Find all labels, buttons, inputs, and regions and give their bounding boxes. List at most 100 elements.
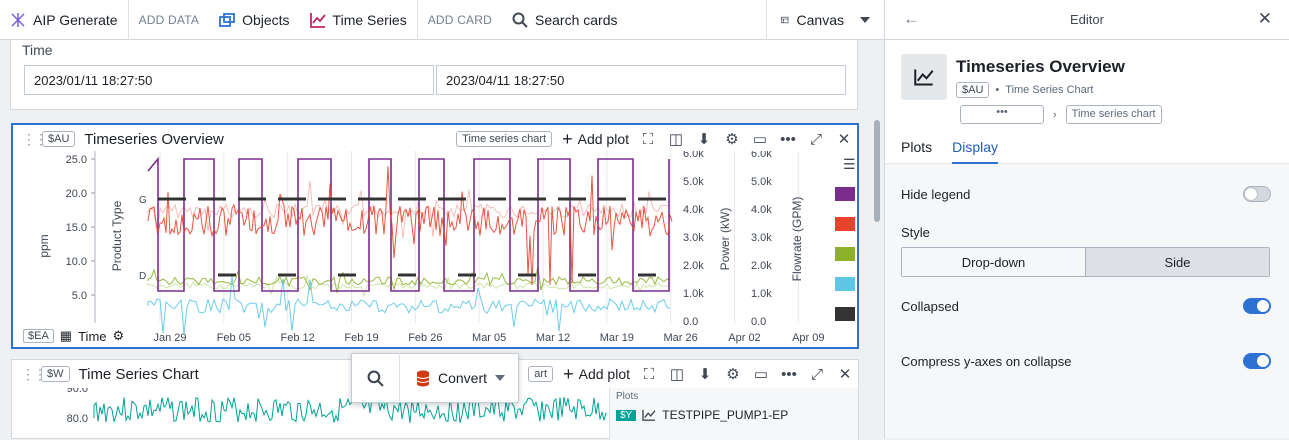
drag-handle-icon[interactable]: ⋮⋮ [21, 366, 47, 383]
select-region-icon[interactable]: ⛶ [640, 365, 658, 383]
timeseries-chart-plot[interactable]: Jan 29 Feb 05 Feb 12 Feb 19 Feb 26 Mar 05 Mar … [13, 151, 857, 351]
download-icon[interactable]: ⬇ [696, 365, 714, 383]
power-tick-label: 4.0k [683, 204, 704, 216]
panel-layout-icon[interactable]: ◫ [668, 365, 686, 383]
ppm-tick-label: 20.0 [66, 188, 87, 200]
time-range-card: Time 2023/01/11 18:27:50 2023/04/11 18:2… [10, 40, 858, 110]
flow-tick-label: 3.0k [751, 232, 772, 244]
back-arrow-icon[interactable]: ← [903, 9, 920, 29]
collapsed-toggle[interactable] [1243, 298, 1271, 314]
editor-panel: ← Editor ✕ Timeseries Overview $AU • Tim… [884, 0, 1289, 438]
more-icon[interactable]: ••• [779, 130, 797, 148]
chevron-down-icon [495, 375, 506, 381]
flow-tick-label: 6.0k [751, 151, 772, 160]
power-tick-label: 6.0k [683, 151, 704, 160]
select-region-icon[interactable]: ⛶ [639, 130, 657, 148]
start-time-input[interactable]: 2023/01/11 18:27:50 [24, 65, 434, 95]
database-icon [416, 370, 430, 386]
objects-label: Objects [242, 11, 290, 28]
gear-icon[interactable]: ⚙ [113, 328, 125, 344]
plots-label: Plots [616, 391, 639, 402]
power-tick-label: 5.0k [683, 176, 704, 188]
canvas-dropdown[interactable]: Canvas [766, 0, 884, 40]
x-tick-label: Mar 19 [600, 332, 634, 344]
card-footer: $EA ▦ Time ⚙ [13, 325, 149, 347]
timeseries-overview-card[interactable]: ⋮⋮ $AU Timeseries Overview Time series c… [11, 123, 859, 349]
convert-button[interactable]: Convert [400, 370, 506, 387]
close-icon[interactable]: ✕ [836, 365, 854, 383]
time-series-button[interactable]: Time Series [300, 0, 417, 40]
card-tag: $AU [42, 131, 76, 147]
plot-row[interactable]: $Y TESTPIPE_PUMP1-EP [610, 405, 858, 425]
tab-display[interactable]: Display [952, 139, 999, 164]
add-plot-button[interactable]: + Add plot [562, 129, 629, 150]
more-icon[interactable]: ••• [780, 365, 798, 383]
ppm-tick-label: 5.0 [72, 290, 87, 302]
card2-title: Time Series Chart [78, 365, 199, 383]
footer-tag: $EA [23, 329, 54, 343]
compress-toggle[interactable] [1243, 353, 1271, 369]
maximize-icon[interactable]: ⤢ [808, 365, 826, 383]
add-plot-button[interactable]: + Add plot [563, 364, 630, 385]
line-chart-icon [642, 409, 656, 421]
flow-tick-label: 5.0k [751, 176, 772, 188]
chart2-tick-label: 80.0 [67, 413, 88, 425]
compress-label: Compress y-axes on collapse [901, 353, 1072, 369]
legend-swatch [835, 247, 855, 261]
panel-layout-icon[interactable]: ◫ [667, 130, 685, 148]
plot-tag: $Y [616, 409, 637, 421]
editor-header: ← Editor ✕ [885, 0, 1289, 40]
legend-swatch [835, 187, 855, 201]
editor-header-title: Editor [1070, 12, 1104, 27]
search-cards-label: Search cards [535, 11, 618, 28]
power-tick-label: 3.0k [683, 232, 704, 244]
legend-swatch [835, 307, 855, 321]
end-time-input[interactable]: 2023/04/11 18:27:50 [436, 65, 846, 95]
breadcrumb-current[interactable]: Time series chart [1065, 105, 1162, 124]
product-tick-g: G [139, 195, 147, 206]
gear-icon[interactable]: ⚙ [723, 130, 741, 148]
style-segmented-control: Drop-down Side [901, 247, 1270, 277]
drag-handle-icon[interactable]: ⋮⋮ [22, 131, 48, 148]
ppm-tick-label: 10.0 [66, 256, 87, 268]
card-header: ⋮⋮ $AU Timeseries Overview Time series c… [13, 125, 857, 153]
download-icon[interactable]: ⬇ [695, 130, 713, 148]
convert-popover: Convert [351, 353, 519, 403]
editor-card-subtitle: $AU • Time Series Chart [956, 82, 1094, 98]
breadcrumb-more-button[interactable]: ••• [960, 105, 1044, 124]
flow-tick-label: 4.0k [751, 204, 772, 216]
close-icon[interactable]: ✕ [1258, 9, 1272, 29]
aip-generate-button[interactable]: AIP Generate [0, 0, 128, 40]
gear-icon[interactable]: ⚙ [724, 365, 742, 383]
style-option-side[interactable]: Side [1085, 248, 1269, 276]
scrollbar[interactable] [874, 120, 880, 222]
canvas-area: Time 2023/01/11 18:27:50 2023/04/11 18:2… [0, 40, 884, 440]
chart2-series [93, 396, 607, 424]
objects-icon [219, 12, 235, 27]
flow-tick-label: 0.0 [751, 316, 766, 328]
flow-tick-label: 2.0k [751, 260, 772, 272]
power-tick-label: 0.0 [683, 316, 698, 328]
time-series-label: Time Series [332, 11, 407, 28]
hide-legend-toggle[interactable] [1243, 186, 1271, 202]
add-card-section: ADD CARD [427, 12, 492, 27]
legend-swatch [835, 217, 855, 231]
x-tick-label: Apr 09 [792, 332, 824, 344]
ppm-tick-label: 25.0 [66, 154, 87, 166]
close-icon[interactable]: ✕ [835, 130, 853, 148]
maximize-icon[interactable]: ⤢ [807, 130, 825, 148]
add-data-section: ADD DATA [138, 12, 200, 27]
aip-generate-label: AIP Generate [33, 11, 118, 28]
search-cards-button[interactable]: Search cards [502, 0, 627, 40]
x-tick-label: Feb 26 [408, 332, 442, 344]
legend-collapse-icon: ☰ [843, 156, 856, 172]
tab-plots[interactable]: Plots [901, 139, 932, 164]
popover-search-button[interactable] [352, 353, 400, 403]
presentation-icon[interactable]: ▭ [751, 130, 769, 148]
objects-button[interactable]: Objects [209, 0, 299, 40]
x-tick-label: Mar 05 [472, 332, 506, 344]
style-option-dropdown[interactable]: Drop-down [902, 248, 1085, 276]
flow-axis-label: Flowrate (GPM) [790, 197, 804, 282]
presentation-icon[interactable]: ▭ [752, 365, 770, 383]
calendar-icon[interactable]: ▦ [60, 328, 72, 344]
